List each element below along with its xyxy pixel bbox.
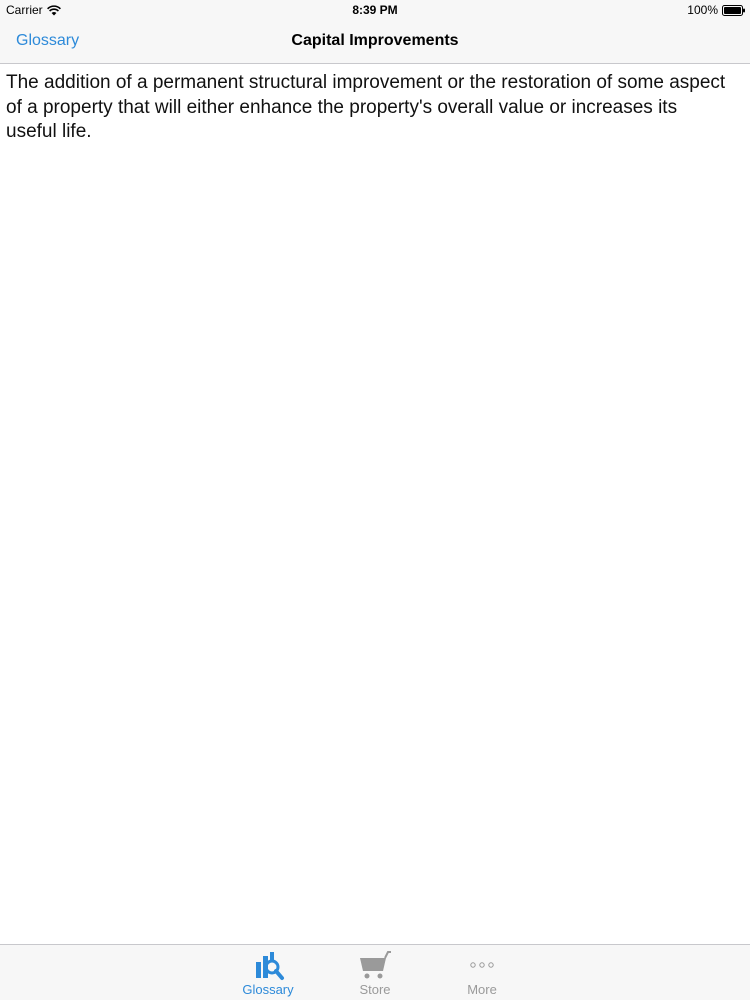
status-battery: 100%: [687, 3, 746, 17]
tab-bar: Glossary Store More: [0, 944, 750, 1000]
navigation-bar: Glossary Capital Improvements: [0, 20, 750, 64]
app-screen: Carrier 8:39 PM 100% Glossary Capital Im…: [0, 0, 750, 1000]
tab-more[interactable]: More: [442, 949, 522, 997]
battery-icon: [722, 4, 745, 16]
battery-percentage: 100%: [687, 3, 718, 17]
tab-store[interactable]: Store: [335, 949, 415, 997]
tab-label-glossary: Glossary: [242, 982, 294, 997]
more-dots-icon: [470, 962, 494, 968]
status-bar: Carrier 8:39 PM 100%: [0, 0, 750, 20]
definition-text: The addition of a permanent structural i…: [6, 72, 726, 142]
tab-label-more: More: [467, 982, 497, 997]
tab-glossary[interactable]: Glossary: [228, 949, 308, 997]
tab-label-store: Store: [359, 982, 391, 997]
page-title: Capital Improvements: [291, 32, 459, 49]
status-time: 8:39 PM: [352, 3, 398, 17]
glossary-chart-search-icon: [256, 952, 284, 980]
shopping-cart-icon: [360, 951, 391, 979]
